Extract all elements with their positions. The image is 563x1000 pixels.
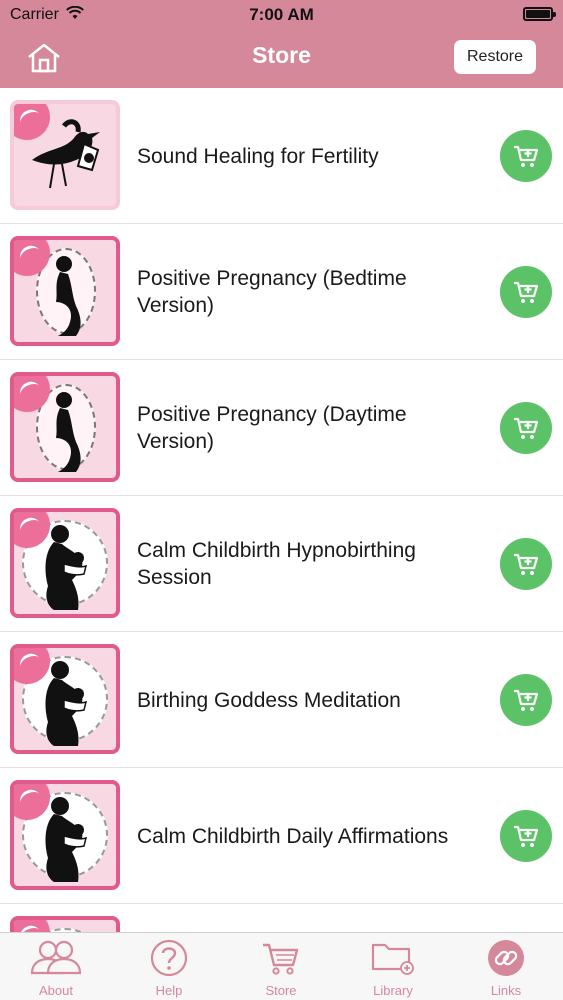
product-thumbnail xyxy=(10,780,120,890)
stork-icon xyxy=(32,119,100,189)
tab-label: About xyxy=(39,983,73,998)
status-time: 7:00 AM xyxy=(249,5,314,24)
tab-label: Library xyxy=(373,983,413,998)
link-icon xyxy=(450,939,562,979)
item-title: Sound Healing for Fertility xyxy=(137,144,379,168)
product-thumbnail xyxy=(10,644,120,754)
item-title: Positive Pregnancy (Daytime Version) xyxy=(137,403,407,453)
tab-label: Help xyxy=(155,983,183,998)
nav-header: Carrier 7:00 AM Store Restore xyxy=(0,0,563,88)
battery-icon xyxy=(523,7,556,21)
item-title: Positive Pregnancy (Bedtime Version) xyxy=(137,267,407,317)
cart-add-icon xyxy=(514,689,539,711)
pregnant-silhouette-icon xyxy=(56,392,81,472)
restore-button[interactable]: Restore xyxy=(454,40,536,74)
folder-add-icon xyxy=(337,939,449,979)
list-item[interactable]: Calm Childbirth Hypnobirthing Session xyxy=(0,496,563,632)
item-title: Calm Childbirth Daily Affirmations xyxy=(137,824,449,848)
tab-label: Store xyxy=(265,983,297,998)
list-item[interactable]: Birthing Goddess Meditation xyxy=(0,632,563,768)
tab-store[interactable]: Store xyxy=(225,933,337,1000)
store-list[interactable]: Sound Healing for Fertility Positive Pre… xyxy=(0,88,563,932)
add-to-cart-button[interactable] xyxy=(500,130,552,182)
mother-baby-silhouette-icon xyxy=(45,661,88,746)
status-bar: Carrier 7:00 AM xyxy=(0,0,563,30)
cart-add-icon xyxy=(514,553,539,575)
product-thumbnail xyxy=(10,916,120,932)
list-item[interactable]: Sound Healing for Fertility xyxy=(0,88,563,224)
question-icon xyxy=(113,939,225,979)
item-title xyxy=(137,904,467,932)
list-item[interactable]: Positive Pregnancy (Daytime Version) xyxy=(0,360,563,496)
list-item[interactable]: Calm Childbirth Daily Affirmations xyxy=(0,768,563,904)
tab-bar: About Help Store Library Links xyxy=(0,932,563,1000)
product-thumbnail xyxy=(10,372,120,482)
add-to-cart-button[interactable] xyxy=(500,266,552,318)
wing-icon xyxy=(14,920,50,932)
tab-library[interactable]: Library xyxy=(337,933,449,1000)
mother-baby-silhouette-icon xyxy=(45,797,88,882)
cart-add-icon xyxy=(514,145,539,167)
product-thumbnail xyxy=(10,508,120,618)
list-item[interactable]: Positive Pregnancy (Bedtime Version) xyxy=(0,224,563,360)
tab-links[interactable]: Links xyxy=(450,933,562,1000)
item-title: Calm Childbirth Hypnobirthing Session xyxy=(137,539,416,589)
item-title: Birthing Goddess Meditation xyxy=(137,688,401,712)
people-icon xyxy=(0,939,112,979)
cart-add-icon xyxy=(514,417,539,439)
tab-help[interactable]: Help xyxy=(113,933,225,1000)
list-item[interactable] xyxy=(0,904,563,932)
cart-icon xyxy=(225,939,337,979)
pregnant-silhouette-icon xyxy=(56,256,81,336)
product-thumbnail xyxy=(10,236,120,346)
add-to-cart-button[interactable] xyxy=(500,674,552,726)
tab-about[interactable]: About xyxy=(0,933,112,1000)
tab-label: Links xyxy=(490,983,522,998)
cart-add-icon xyxy=(514,825,539,847)
product-thumbnail xyxy=(10,100,120,210)
mother-baby-silhouette-icon xyxy=(45,525,88,610)
add-to-cart-button[interactable] xyxy=(500,810,552,862)
add-to-cart-button[interactable] xyxy=(500,402,552,454)
cart-add-icon xyxy=(514,281,539,303)
add-to-cart-button[interactable] xyxy=(500,538,552,590)
